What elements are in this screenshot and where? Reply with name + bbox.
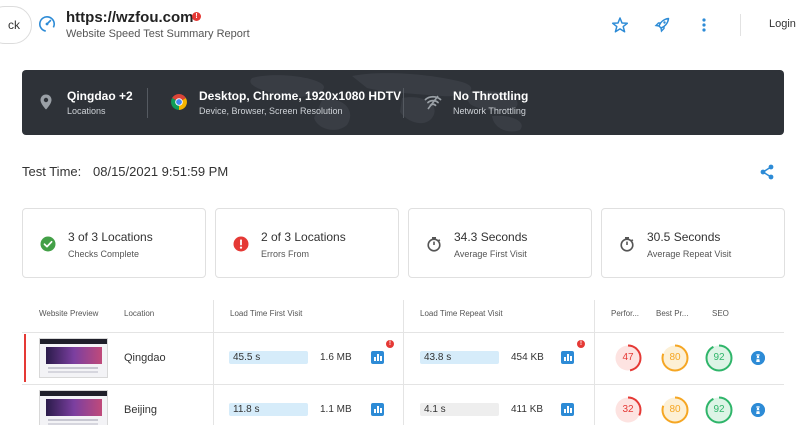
best-practices-score[interactable]: 80 (661, 344, 689, 372)
error-badge[interactable]: ! (192, 12, 201, 21)
seo-score-value: 92 (713, 352, 725, 363)
repeat-visit-size: 454 KB (511, 352, 544, 363)
summary-label: Average First Visit (454, 249, 527, 259)
throttling-label: Network Throttling (453, 106, 526, 116)
rocket-icon[interactable] (653, 16, 671, 34)
repeat-visit-time: 43.8 s (420, 351, 499, 364)
device-value: Desktop, Chrome, 1920x1080 HDTV (199, 89, 402, 103)
warning-badge[interactable]: ! (386, 340, 394, 348)
summary-value: 30.5 Seconds (647, 230, 721, 244)
first-visit-size: 1.1 MB (320, 404, 352, 415)
error-circle-icon (233, 236, 249, 252)
locations-value: Qingdao +2 (67, 89, 133, 103)
location-pin-icon (40, 94, 52, 110)
summary-value: 2 of 3 Locations (261, 230, 346, 244)
chrome-icon (171, 94, 187, 110)
header-website-preview: Website Preview (39, 309, 99, 318)
test-config-banner: Qingdao +2 Locations Desktop, Chrome, 19… (22, 70, 784, 135)
more-vert-icon[interactable] (695, 16, 713, 34)
throttling-value: No Throttling (453, 89, 529, 103)
header-best-practices[interactable]: Best Pr... (656, 309, 688, 318)
site-url: https://wzfou.com (66, 9, 194, 26)
header-seo[interactable]: SEO (712, 309, 729, 318)
website-preview-thumbnail[interactable] (39, 338, 108, 378)
back-button-label: ck (8, 18, 20, 32)
report-subtitle: Website Speed Test Summary Report (66, 28, 250, 40)
test-time-value: 08/15/2021 9:51:59 PM (93, 164, 229, 179)
header-first-visit[interactable]: Load Time First Visit (230, 309, 302, 318)
summary-card-first-visit: 34.3 Seconds Average First Visit (408, 208, 592, 278)
column-divider (594, 300, 595, 425)
best-practices-score-value: 80 (669, 352, 681, 363)
locations-label: Locations (67, 106, 106, 116)
warning-badge[interactable]: ! (577, 340, 585, 348)
wifi-icon (424, 95, 442, 110)
first-visit-size: 1.6 MB (320, 352, 352, 363)
device-label: Device, Browser, Screen Resolution (199, 106, 343, 116)
table-row-divider (22, 384, 784, 385)
summary-label: Average Repeat Visit (647, 249, 732, 259)
star-icon[interactable] (611, 16, 629, 34)
header-repeat-visit[interactable]: Load Time Repeat Visit (420, 309, 503, 318)
summary-value: 34.3 Seconds (454, 230, 528, 244)
seo-score[interactable]: 92 (705, 396, 733, 424)
lighthouse-icon[interactable] (751, 403, 765, 417)
summary-card-checks: 3 of 3 Locations Checks Complete (22, 208, 206, 278)
seo-score-value: 92 (713, 404, 725, 415)
location-name: Beijing (124, 404, 158, 416)
repeat-visit-size: 411 KB (511, 404, 544, 415)
error-row-marker (24, 334, 26, 382)
timer-icon (427, 237, 441, 252)
location-name: Qingdao (124, 352, 166, 364)
website-preview-thumbnail[interactable] (39, 390, 108, 425)
test-time-label: Test Time: (22, 164, 82, 179)
bar-chart-icon[interactable] (371, 351, 384, 364)
column-divider (213, 300, 214, 425)
bar-chart-icon[interactable] (561, 403, 574, 416)
share-icon[interactable] (758, 163, 776, 181)
summary-card-repeat-visit: 30.5 Seconds Average Repeat Visit (601, 208, 785, 278)
repeat-visit-time: 4.1 s (420, 403, 499, 416)
summary-label: Errors From (261, 249, 309, 259)
summary-value: 3 of 3 Locations (68, 230, 153, 244)
header-divider (740, 14, 741, 36)
first-visit-time: 45.5 s (229, 351, 308, 364)
back-button[interactable]: ck (0, 6, 32, 44)
check-circle-icon (40, 236, 56, 252)
best-practices-score-value: 80 (669, 404, 681, 415)
first-visit-time: 11.8 s (229, 403, 308, 416)
banner-divider (147, 88, 148, 118)
summary-card-errors: 2 of 3 Locations Errors From (215, 208, 399, 278)
performance-score-value: 32 (622, 404, 634, 415)
performance-score[interactable]: 47 (614, 344, 642, 372)
speedometer-icon (39, 16, 55, 32)
seo-score[interactable]: 92 (705, 344, 733, 372)
best-practices-score[interactable]: 80 (661, 396, 689, 424)
header-performance[interactable]: Perfor... (611, 309, 639, 318)
header-location[interactable]: Location (124, 309, 154, 318)
lighthouse-icon[interactable] (751, 351, 765, 365)
login-link[interactable]: Login (769, 18, 796, 30)
bar-chart-icon[interactable] (371, 403, 384, 416)
table-header-divider (22, 332, 784, 333)
column-divider (403, 300, 404, 425)
summary-label: Checks Complete (68, 249, 140, 259)
performance-score[interactable]: 32 (614, 396, 642, 424)
bar-chart-icon[interactable] (561, 351, 574, 364)
banner-divider (403, 88, 404, 118)
timer-icon (620, 237, 634, 252)
performance-score-value: 47 (622, 352, 634, 363)
